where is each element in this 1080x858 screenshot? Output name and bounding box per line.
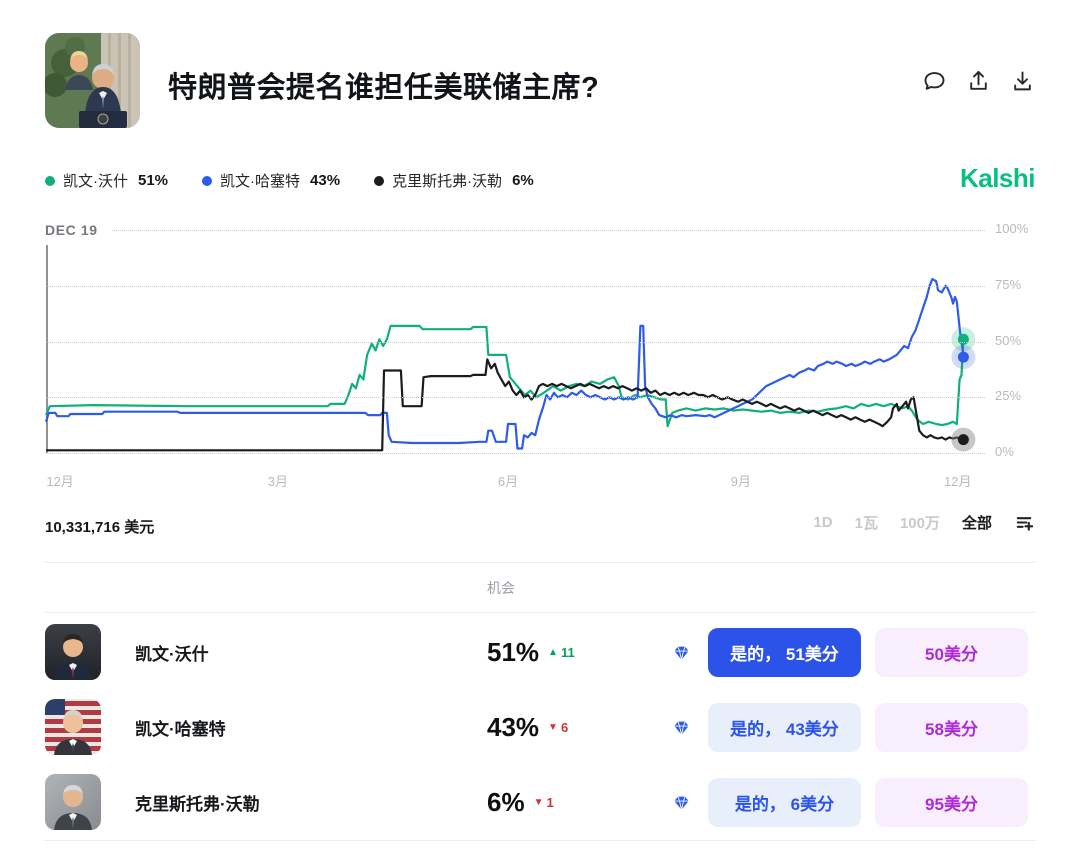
range-buttons: 1D 1瓦 100万 全部 [813, 512, 1035, 533]
legend: 凯文·沃什 51% 凯文·哈塞特 43% 克里斯托弗·沃勒 6% [45, 170, 534, 191]
probability-change: ▼1 [534, 795, 554, 810]
diamond-icon [672, 793, 691, 812]
share-icon [965, 68, 992, 95]
probability-cell: 43% ▼6 [487, 690, 568, 765]
yes-button[interactable]: 是的， 43美分 [708, 703, 861, 752]
no-button[interactable]: 58美分 [875, 703, 1028, 752]
probability-value: 6% [487, 787, 525, 818]
market-row: 克里斯托弗·沃勒 6% ▼1 是的， 6美分 95美分 [45, 765, 1035, 840]
legend-name: 克里斯托弗·沃勒 [392, 170, 502, 191]
x-axis-label: 12月 [944, 471, 971, 490]
probability-change: ▼6 [548, 720, 568, 735]
candidate-avatar [45, 624, 101, 680]
no-button[interactable]: 95美分 [875, 778, 1028, 827]
divider [45, 562, 1035, 563]
candidate-avatar [45, 774, 101, 830]
probability-change: ▲11 [548, 645, 575, 660]
arrow-down-icon: ▼ [548, 722, 558, 733]
chart-series-line [46, 279, 963, 448]
range-button-全部[interactable]: 全部 [962, 512, 992, 533]
probability-value: 43% [487, 712, 539, 743]
no-button[interactable]: 50美分 [875, 628, 1028, 677]
change-amount: 11 [561, 645, 575, 660]
header-actions [921, 68, 1036, 95]
candidate-avatar [45, 699, 101, 755]
y-axis-label: 100% [995, 221, 1028, 236]
market-page: 特朗普会提名谁担任美联储主席? 凯文·沃什 51% 凯文·哈塞特 43% 克里斯托弗·沃… [0, 0, 1080, 858]
legend-name: 凯文·沃什 [63, 170, 128, 191]
probability-cell: 51% ▲11 [487, 615, 575, 690]
arrow-up-icon: ▲ [548, 647, 558, 658]
gridline [46, 397, 985, 398]
kalshi-logo[interactable]: Kalshi [960, 163, 1035, 194]
change-amount: 6 [561, 720, 568, 735]
legend-value: 43% [310, 172, 340, 189]
legend-dot [202, 176, 212, 186]
candidate-name: 凯文·沃什 [135, 615, 209, 690]
gridline [112, 230, 985, 231]
x-axis-label: 3月 [268, 471, 288, 490]
market-row: 凯文·沃什 51% ▲11 是的， 51美分 50美分 [45, 615, 1035, 690]
market-row: 凯文·哈塞特 43% ▼6 是的， 43美分 58美分 [45, 690, 1035, 765]
comment-button[interactable] [921, 68, 948, 95]
diamond-icon [672, 643, 691, 662]
end-marker-dot [958, 434, 969, 445]
x-axis-label: 9月 [731, 471, 751, 490]
legend-item[interactable]: 凯文·沃什 51% [45, 170, 168, 191]
comment-icon [921, 68, 948, 95]
change-amount: 1 [546, 795, 553, 810]
y-axis-label: 25% [995, 388, 1021, 403]
chart-settings-button[interactable] [1014, 512, 1035, 533]
legend-item[interactable]: 克里斯托弗·沃勒 6% [374, 170, 534, 191]
share-button[interactable] [965, 68, 992, 95]
range-button-100万[interactable]: 100万 [900, 512, 940, 533]
outcomes-table: 凯文·沃什51%▲11是的， 51美分50美分凯文·哈塞特43%▼6是的， 43… [45, 615, 1035, 840]
diamond-icon [672, 718, 691, 737]
download-icon [1009, 68, 1036, 95]
range-button-1瓦[interactable]: 1瓦 [855, 512, 878, 533]
gridline [46, 286, 985, 287]
legend-name: 凯文·哈塞特 [220, 170, 300, 191]
arrow-down-icon: ▼ [534, 797, 544, 808]
volume-label: 10,331,716 美元 [45, 516, 154, 537]
x-axis-label: 12月 [46, 471, 73, 490]
divider [45, 840, 1035, 841]
yes-button[interactable]: 是的， 6美分 [708, 778, 861, 827]
yes-button[interactable]: 是的， 51美分 [708, 628, 861, 677]
page-title: 特朗普会提名谁担任美联储主席? [168, 64, 599, 106]
y-axis-label: 50% [995, 333, 1021, 348]
candidate-name: 凯文·哈塞特 [135, 690, 226, 765]
y-axis-label: 0% [995, 444, 1014, 459]
end-marker-dot [958, 334, 969, 345]
end-marker-dot [958, 352, 969, 363]
legend-value: 51% [138, 172, 168, 189]
divider [45, 612, 1035, 613]
gridline [46, 453, 985, 454]
gridline [46, 342, 985, 343]
price-chart[interactable] [46, 230, 985, 453]
probability-value: 51% [487, 637, 539, 668]
legend-value: 6% [512, 172, 534, 189]
legend-dot [374, 176, 384, 186]
chance-column-header: 机会 [487, 578, 515, 598]
range-button-1D[interactable]: 1D [813, 514, 832, 531]
legend-item[interactable]: 凯文·哈塞特 43% [202, 170, 340, 191]
x-axis-label: 6月 [498, 471, 518, 490]
y-axis-label: 75% [995, 277, 1021, 292]
market-thumbnail [45, 33, 140, 128]
list-plus-icon [1014, 512, 1035, 533]
legend-dot [45, 176, 55, 186]
probability-cell: 6% ▼1 [487, 765, 554, 840]
download-button[interactable] [1009, 68, 1036, 95]
chart-series-line [46, 359, 963, 450]
candidate-name: 克里斯托弗·沃勒 [135, 765, 260, 840]
